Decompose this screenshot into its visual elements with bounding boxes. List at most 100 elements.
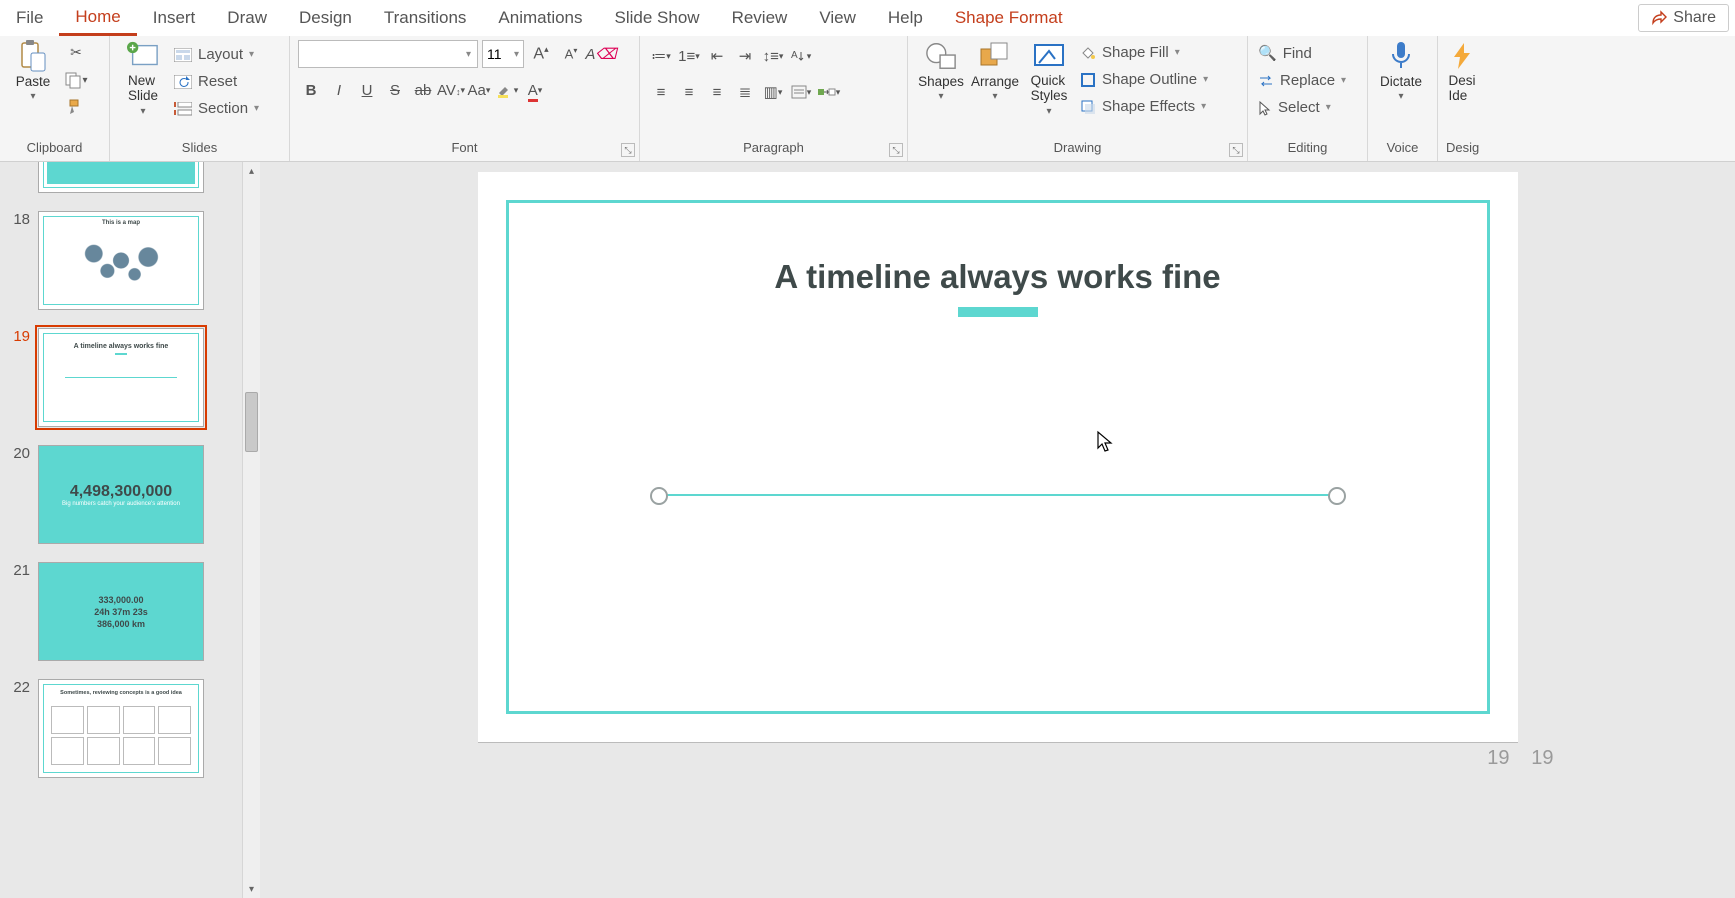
group-voice-label: Voice: [1376, 140, 1429, 157]
chevron-down-icon: ▾: [1326, 102, 1331, 113]
align-right-button[interactable]: ≡: [704, 80, 730, 104]
drawing-dialog-launcher[interactable]: ⤡: [1229, 143, 1243, 157]
tab-design[interactable]: Design: [283, 0, 368, 36]
thumb-21-a: 333,000.00: [98, 595, 143, 605]
paste-button[interactable]: Paste ▾: [8, 40, 58, 102]
bullets-button[interactable]: ≔▾: [648, 44, 674, 68]
shadow-button[interactable]: ab: [410, 78, 436, 102]
copy-button[interactable]: ▾: [62, 68, 90, 92]
thumb-slide-22[interactable]: Sometimes, reviewing concepts is a good …: [38, 679, 204, 778]
dictate-label: Dictate: [1380, 74, 1422, 89]
section-button[interactable]: Section▾: [172, 98, 261, 119]
shadow-icon: ab: [415, 82, 432, 99]
dictate-button[interactable]: Dictate▾: [1376, 40, 1426, 102]
paste-label: Paste: [16, 74, 51, 89]
tab-review[interactable]: Review: [716, 0, 804, 36]
columns-button[interactable]: ▥▾: [760, 80, 786, 104]
group-paragraph: ≔▾ 1≡▾ ⇤ ⇥ ↕≡▾ A▾ ≡ ≡ ≡ ≣ ▥▾ ▾ ▾ Paragra…: [640, 36, 908, 161]
line-spacing-button[interactable]: ↕≡▾: [760, 44, 786, 68]
tab-home[interactable]: Home: [59, 0, 136, 36]
tab-help[interactable]: Help: [872, 0, 939, 36]
bullets-icon: ≔: [651, 47, 666, 65]
layout-button[interactable]: Layout▾: [172, 44, 261, 65]
format-painter-button[interactable]: [62, 96, 90, 120]
align-left-button[interactable]: ≡: [648, 80, 674, 104]
tab-view[interactable]: View: [803, 0, 872, 36]
tab-slideshow[interactable]: Slide Show: [599, 0, 716, 36]
align-center-button[interactable]: ≡: [676, 80, 702, 104]
thumb-slide-21[interactable]: 333,000.00 24h 37m 23s 386,000 km: [38, 562, 204, 661]
quick-styles-label: Quick Styles: [1031, 74, 1068, 104]
clear-formatting-button[interactable]: A⌫: [588, 42, 614, 66]
design-ideas-button[interactable]: Desi Ide: [1446, 40, 1478, 104]
timeline-shape[interactable]: [658, 494, 1338, 496]
shape-fill-button[interactable]: Shape Fill▾: [1078, 42, 1210, 63]
chevron-down-icon: ▾: [1046, 106, 1051, 117]
font-name-combo[interactable]: ▾: [298, 40, 478, 68]
svg-text:A: A: [791, 50, 798, 61]
group-slides: New Slide ▾ Layout▾ Reset Section▾ Slide…: [110, 36, 290, 161]
underline-button[interactable]: U: [354, 78, 380, 102]
tab-draw[interactable]: Draw: [211, 0, 283, 36]
text-direction-button[interactable]: A▾: [788, 44, 814, 68]
shape-outline-button[interactable]: Shape Outline▾: [1078, 69, 1210, 90]
paragraph-dialog-launcher[interactable]: ⤡: [889, 143, 903, 157]
char-spacing-button[interactable]: AV↕▾: [438, 78, 464, 102]
slide-title[interactable]: A timeline always works fine: [478, 258, 1518, 296]
underline-icon: U: [362, 82, 373, 99]
tab-animations[interactable]: Animations: [482, 0, 598, 36]
scroll-up-button[interactable]: ▴: [243, 162, 260, 180]
current-slide[interactable]: A timeline always works fine: [478, 172, 1518, 742]
tab-shape-format[interactable]: Shape Format: [939, 0, 1079, 36]
bolt-icon: [1446, 40, 1478, 72]
font-color-button[interactable]: A▾: [522, 78, 548, 102]
tab-insert[interactable]: Insert: [137, 0, 212, 36]
share-button[interactable]: Share: [1638, 4, 1729, 32]
shape-effects-button[interactable]: Shape Effects▾: [1078, 96, 1210, 117]
replace-button[interactable]: Replace▾: [1256, 70, 1348, 91]
select-button[interactable]: Select▾: [1256, 97, 1348, 118]
arrange-button[interactable]: Arrange▾: [970, 40, 1020, 102]
increase-font-button[interactable]: A▴: [528, 42, 554, 66]
highlight-button[interactable]: ▾: [494, 78, 520, 102]
tab-file[interactable]: File: [0, 0, 59, 36]
reset-button[interactable]: Reset: [172, 71, 261, 92]
bold-button[interactable]: B: [298, 78, 324, 102]
strike-button[interactable]: S: [382, 78, 408, 102]
change-case-button[interactable]: Aa▾: [466, 78, 492, 102]
font-dialog-launcher[interactable]: ⤡: [621, 143, 635, 157]
decrease-indent-button[interactable]: ⇤: [704, 44, 730, 68]
tab-bar: File Home Insert Draw Design Transitions…: [0, 0, 1735, 36]
thumb-slide-20[interactable]: 4,498,300,000 Big numbers catch your aud…: [38, 445, 204, 544]
font-size-combo[interactable]: 11▾: [482, 40, 524, 68]
align-text-button[interactable]: ▾: [788, 80, 814, 104]
tab-transitions[interactable]: Transitions: [368, 0, 483, 36]
font-color-icon: A: [528, 82, 538, 99]
numbering-button[interactable]: 1≡▾: [676, 44, 702, 68]
new-slide-button[interactable]: New Slide ▾: [118, 40, 168, 117]
quick-styles-button[interactable]: Quick Styles ▾: [1024, 40, 1074, 117]
increase-indent-button[interactable]: ⇥: [732, 44, 758, 68]
workspace: 18 This is a map 19 A timeline always wo…: [0, 162, 1735, 898]
find-button[interactable]: 🔍Find: [1256, 42, 1348, 64]
thumb-scrollbar[interactable]: ▴ ▾: [242, 162, 260, 898]
smartart-icon: [818, 85, 836, 99]
increase-font-icon: A▴: [533, 44, 548, 63]
chevron-down-icon: ▾: [1175, 47, 1180, 58]
timeline-line: [65, 377, 177, 378]
new-slide-icon: [127, 40, 159, 72]
smartart-button[interactable]: ▾: [816, 80, 842, 104]
scroll-down-button[interactable]: ▾: [243, 880, 260, 898]
thumb-slide-19[interactable]: A timeline always works fine: [38, 328, 204, 427]
slide-canvas-area[interactable]: A timeline always works fine 19 19: [260, 162, 1735, 898]
justify-button[interactable]: ≣: [732, 80, 758, 104]
decrease-font-button[interactable]: A▾: [558, 42, 584, 66]
scroll-thumb[interactable]: [245, 392, 258, 452]
shapes-button[interactable]: Shapes▾: [916, 40, 966, 102]
thumb-slide-18[interactable]: This is a map: [38, 211, 204, 310]
italic-button[interactable]: I: [326, 78, 352, 102]
thumb-slide-17[interactable]: [38, 162, 204, 193]
group-drawing-label: Drawing: [916, 140, 1239, 157]
cut-button[interactable]: ✂: [62, 40, 90, 64]
section-icon: [174, 102, 192, 116]
